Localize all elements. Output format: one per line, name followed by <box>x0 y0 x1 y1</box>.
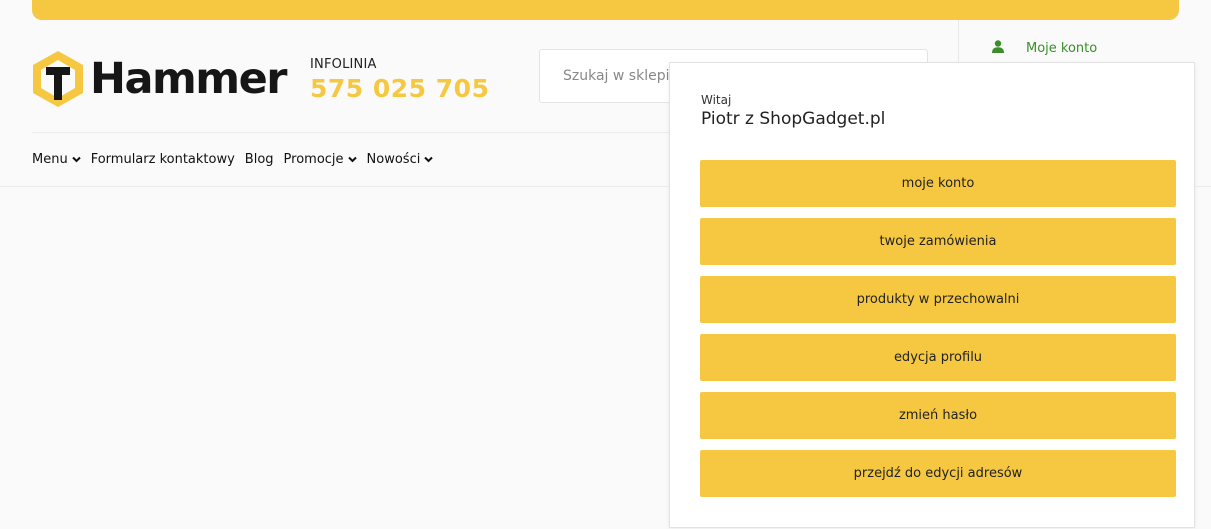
account-dropdown: Witaj Piotr z ShopGadget.pl moje konto t… <box>669 62 1195 528</box>
user-icon <box>992 40 1004 57</box>
nav-item-menu[interactable]: Menu <box>32 152 81 167</box>
chevron-down-icon <box>347 156 357 163</box>
my-account-button[interactable]: moje konto <box>700 160 1176 207</box>
edit-profile-button[interactable]: edycja profilu <box>700 334 1176 381</box>
main-nav: Menu Formularz kontaktowy Blog Promocje … <box>32 152 443 167</box>
nav-item-label: Blog <box>244 152 274 167</box>
hotline: INFOLINIA 575 025 705 <box>310 57 489 103</box>
change-password-button[interactable]: zmień hasło <box>700 392 1176 439</box>
edit-addresses-button[interactable]: przejdź do edycji adresów <box>700 450 1176 497</box>
chevron-down-icon <box>424 156 434 163</box>
saved-products-button[interactable]: produkty w przechowalni <box>700 276 1176 323</box>
brand-logo[interactable]: Hammer <box>32 50 288 108</box>
nav-item-label: Menu <box>32 152 68 167</box>
nav-item-new-arrivals[interactable]: Nowości <box>367 152 434 167</box>
orders-button[interactable]: twoje zamówienia <box>700 218 1176 265</box>
user-name: Piotr z ShopGadget.pl <box>701 109 886 129</box>
nav-item-label: Nowości <box>366 152 421 167</box>
hotline-number[interactable]: 575 025 705 <box>310 74 489 103</box>
nav-item-label: Formularz kontaktowy <box>90 152 235 167</box>
greeting-text: Witaj <box>701 93 732 107</box>
nav-item-blog[interactable]: Blog <box>245 152 274 167</box>
my-account-label: Moje konto <box>1026 41 1098 56</box>
nav-item-promotions[interactable]: Promocje <box>284 152 357 167</box>
chevron-down-icon <box>71 156 81 163</box>
nav-item-contact-form[interactable]: Formularz kontaktowy <box>91 152 235 167</box>
my-account-link[interactable]: Moje konto <box>992 40 1097 57</box>
hotline-label: INFOLINIA <box>310 57 377 72</box>
top-accent-bar <box>32 0 1179 20</box>
nav-item-label: Promocje <box>283 152 344 167</box>
page: Hammer INFOLINIA 575 025 705 Moje konto … <box>0 0 1211 529</box>
hammer-logo-icon <box>33 51 83 107</box>
logo-text: Hammer <box>90 53 288 104</box>
